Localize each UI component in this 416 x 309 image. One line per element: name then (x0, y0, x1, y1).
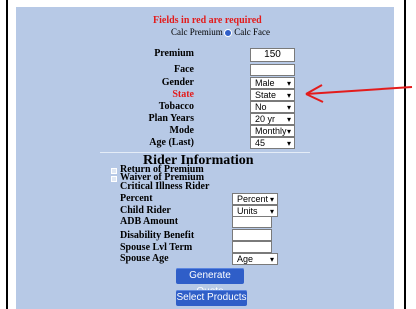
gender-label: Gender (161, 77, 194, 88)
calc-face-option[interactable]: Calc Face (224, 27, 270, 37)
disability-benefit-input[interactable] (232, 229, 272, 241)
face-label: Face (174, 64, 194, 75)
calc-face-label: Calc Face (234, 27, 270, 37)
state-label: State (172, 89, 194, 100)
gender-select[interactable]: Male (250, 77, 295, 89)
plan-years-label: Plan Years (148, 113, 194, 124)
age-select[interactable]: 45 (250, 137, 295, 149)
child-rider-label: Child Rider (120, 205, 171, 216)
radio-selected-icon (224, 28, 232, 37)
tobacco-select[interactable]: No (250, 101, 295, 113)
arrow-pointer-icon (305, 84, 413, 103)
select-products-button[interactable]: Select Products (176, 290, 247, 306)
plan-years-select[interactable]: 20 yr (250, 113, 295, 125)
generate-quote-button[interactable]: Generate Quote (176, 268, 244, 297)
disability-benefit-label: Disability Benefit (120, 230, 195, 241)
spouse-lvl-term-input[interactable] (232, 241, 272, 253)
adb-amount-label: ADB Amount (120, 216, 179, 227)
spouse-lvl-term-label: Spouse Lvl Term (120, 242, 193, 253)
calc-premium-label: Calc Premium (171, 27, 223, 37)
spouse-age-label: Spouse Age (120, 253, 169, 264)
mode-select[interactable]: Monthly (250, 125, 295, 137)
critical-illness-label: Critical Illness Rider (120, 181, 210, 192)
mode-label: Mode (169, 125, 194, 136)
calc-premium-option[interactable]: Calc Premium (171, 27, 223, 37)
required-note: Fields in red are required (153, 15, 262, 26)
age-label: Age (Last) (149, 137, 194, 148)
spouse-age-select[interactable]: Age (232, 253, 278, 265)
percent-label: Percent (120, 193, 153, 204)
return-of-premium-checkbox[interactable] (111, 168, 117, 174)
waiver-of-premium-checkbox[interactable] (111, 176, 117, 182)
premium-input[interactable]: 150 (250, 48, 295, 62)
tobacco-label: Tobacco (158, 101, 194, 112)
adb-amount-input[interactable] (232, 216, 272, 228)
face-input[interactable] (250, 64, 295, 76)
premium-label: Premium (154, 48, 194, 59)
percent-select[interactable]: Percent (232, 193, 278, 205)
state-select[interactable]: State (250, 89, 295, 101)
